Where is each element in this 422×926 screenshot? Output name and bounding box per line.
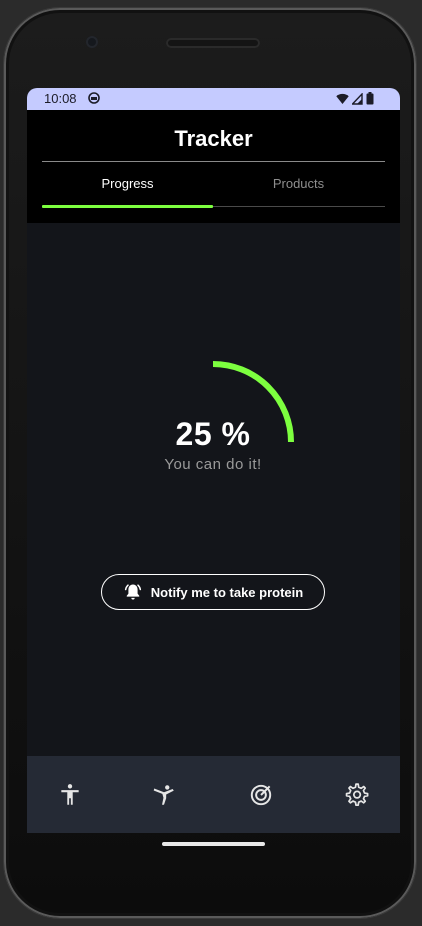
status-bar: 10:08	[27, 88, 400, 110]
earpiece-speaker	[166, 38, 260, 48]
front-camera	[86, 36, 98, 48]
settings-icon[interactable]	[343, 782, 369, 808]
bell-ring-icon	[124, 584, 141, 600]
progress-percent: 25 %	[175, 416, 251, 452]
home-indicator[interactable]	[162, 842, 265, 846]
status-app-icon	[88, 92, 100, 104]
accessibility-icon[interactable]	[57, 782, 83, 808]
page-title: Tracker	[174, 126, 253, 151]
battery-icon	[366, 92, 374, 105]
signal-icon	[352, 92, 363, 105]
progress-panel: 25 % You can do it! Notify me to take pr…	[27, 223, 400, 756]
bottom-navigation	[27, 756, 400, 833]
notify-button-label: Notify me to take protein	[150, 584, 304, 600]
app-bar: Tracker Progress Products	[27, 110, 400, 220]
tab-selected-indicator	[42, 205, 213, 208]
progress-message: You can do it!	[164, 456, 262, 473]
karate-kick-icon[interactable]	[151, 782, 177, 808]
track-changes-icon[interactable]	[248, 782, 274, 808]
status-time: 10:08	[44, 91, 77, 106]
status-icons	[336, 92, 374, 105]
title-divider	[42, 161, 385, 162]
device-screen: 10:08 Tracker Progress Products 25 % You…	[27, 88, 400, 833]
phone-frame: 10:08 Tracker Progress Products 25 % You…	[4, 8, 416, 918]
notify-protein-button[interactable]: Notify me to take protein	[101, 574, 325, 610]
wifi-icon	[336, 93, 349, 104]
tab-progress[interactable]: Progress	[42, 176, 213, 191]
tab-products[interactable]: Products	[213, 176, 384, 191]
